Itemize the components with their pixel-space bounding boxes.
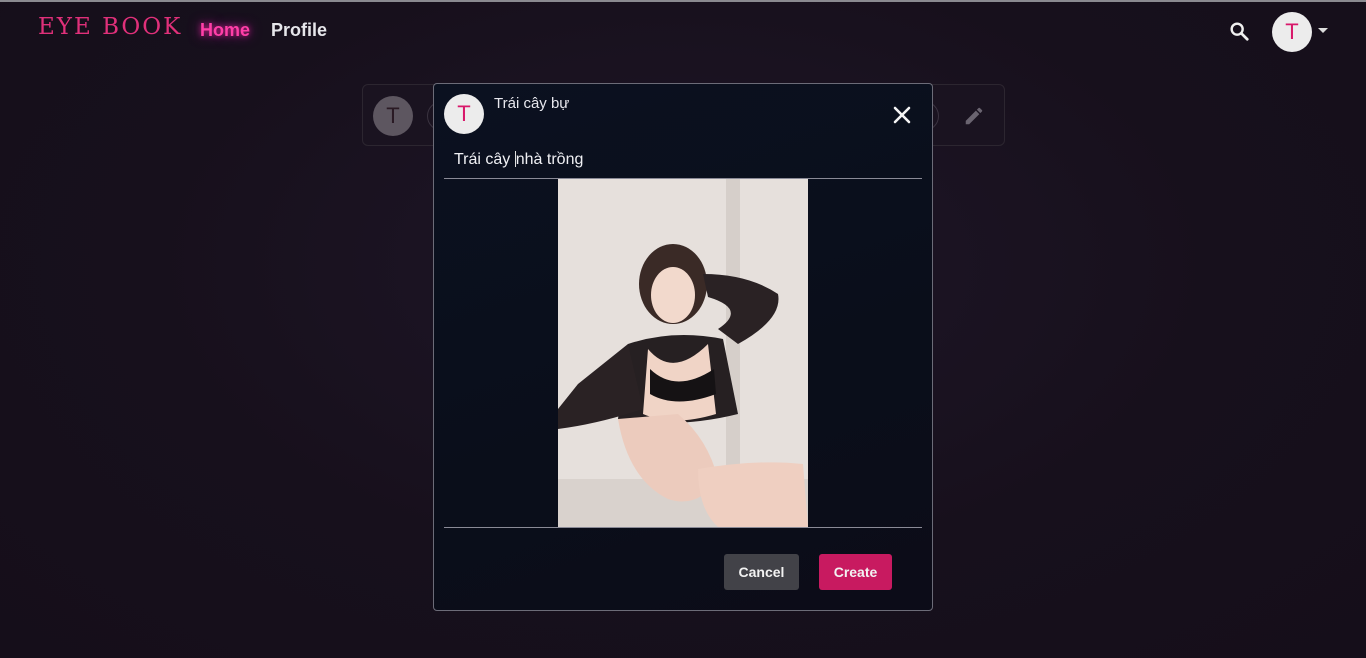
pencil-icon[interactable] bbox=[963, 105, 985, 127]
chevron-down-icon[interactable] bbox=[1318, 28, 1328, 33]
close-icon[interactable] bbox=[892, 105, 912, 125]
caption-before-cursor: Trái cây bbox=[454, 151, 515, 168]
caption-text[interactable]: Trái cây nhà trồng bbox=[454, 151, 583, 169]
composer-avatar: T bbox=[373, 96, 413, 136]
post-photo bbox=[558, 179, 808, 527]
logo[interactable]: EYE BOOK bbox=[38, 14, 182, 40]
cancel-button[interactable]: Cancel bbox=[724, 554, 799, 590]
dialog-user-name: Trái cây bự bbox=[494, 95, 570, 112]
dialog-avatar: T bbox=[444, 94, 484, 134]
nav-link-profile[interactable]: Profile bbox=[271, 20, 327, 41]
user-avatar[interactable]: T bbox=[1272, 12, 1312, 52]
search-icon[interactable] bbox=[1228, 20, 1250, 42]
create-post-dialog: T Trái cây bự Trái cây nhà trồng Cancel … bbox=[433, 83, 933, 611]
media-preview bbox=[444, 179, 922, 528]
nav-link-home[interactable]: Home bbox=[200, 20, 250, 41]
caption-input[interactable]: Trái cây nhà trồng bbox=[444, 144, 922, 179]
top-nav: EYE BOOK Home Profile T bbox=[0, 2, 1366, 58]
create-button[interactable]: Create bbox=[819, 554, 892, 590]
caption-after-cursor: nhà trồng bbox=[515, 151, 584, 168]
